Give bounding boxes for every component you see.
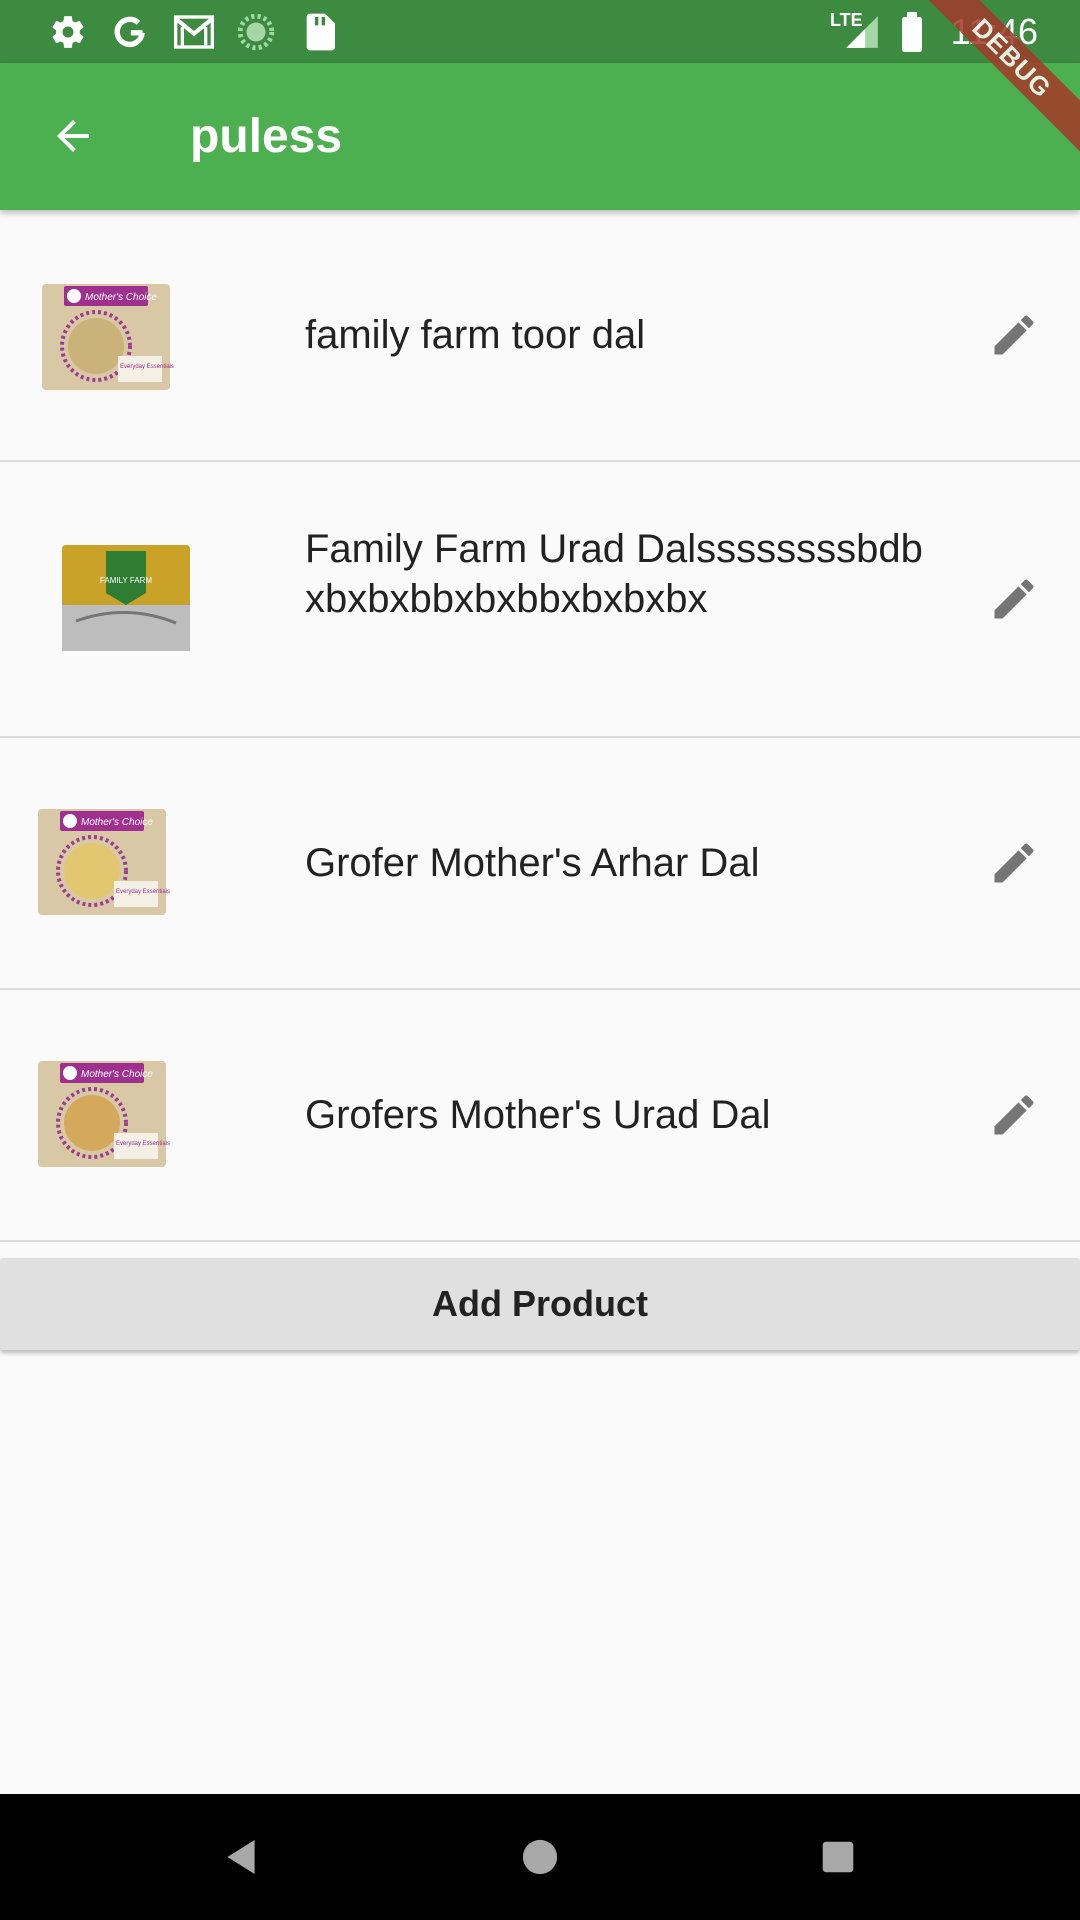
product-name: Family Farm Urad Dalssssssssbdbxbxbxbbxb… — [305, 527, 923, 621]
edit-button[interactable] — [978, 563, 1050, 635]
product-name: family farm toor dal — [305, 313, 646, 357]
back-button[interactable] — [30, 100, 116, 172]
product-name: Grofer Mother's Arhar Dal — [305, 841, 760, 885]
circle-home-icon — [522, 1839, 558, 1875]
battery-icon — [892, 12, 932, 52]
product-image: Mother's Choice Everyday Essentials — [36, 282, 176, 394]
nav-recents-button[interactable] — [805, 1824, 871, 1890]
edit-button[interactable] — [978, 1079, 1050, 1151]
pack-brand-text: Mother's Choice — [81, 1069, 153, 1080]
add-product-button[interactable]: Add Product — [0, 1258, 1080, 1350]
settings-icon — [48, 12, 88, 52]
edit-button[interactable] — [978, 827, 1050, 899]
gmail-icon — [174, 12, 214, 52]
list-item[interactable]: Mother's Choice Everyday Essentials Grof… — [0, 990, 1080, 1242]
product-image: Mother's Choice Everyday Essentials — [32, 1059, 172, 1171]
pack-brand-text: FAMILY FARM — [100, 576, 152, 585]
product-list: Mother's Choice Everyday Essentials fami… — [0, 210, 1080, 1242]
navigation-bar — [0, 1794, 1080, 1920]
product-name: Grofers Mother's Urad Dal — [305, 1093, 771, 1137]
screen: LTE 11:46 DEBUG puless Mother's Choice — [0, 0, 1080, 1920]
list-item[interactable]: FAMILY FARM Family Farm Urad Dalssssssss… — [0, 462, 1080, 738]
edit-icon — [994, 1095, 1034, 1135]
edit-icon — [994, 315, 1034, 355]
edit-button[interactable] — [978, 299, 1050, 371]
sd-card-icon — [300, 12, 340, 52]
square-recents-icon — [822, 1841, 854, 1873]
pack-brand-text: Mother's Choice — [81, 817, 153, 828]
google-icon — [110, 12, 150, 52]
status-bar: LTE 11:46 — [0, 0, 1080, 63]
pack-label-text: Everyday Essentials — [116, 1141, 170, 1147]
pack-brand-text: Mother's Choice — [85, 292, 157, 303]
nav-home-button[interactable] — [507, 1824, 573, 1890]
list-item[interactable]: Mother's Choice Everyday Essentials Grof… — [0, 738, 1080, 990]
product-image: FAMILY FARM — [56, 543, 196, 655]
page-title: puless — [190, 110, 343, 163]
loading-icon — [236, 12, 276, 52]
pack-label-text: Everyday Essentials — [116, 889, 170, 895]
arrow-back-icon — [57, 120, 89, 152]
nav-back-button[interactable] — [208, 1824, 274, 1890]
pack-label-text: Everyday Essentials — [120, 364, 174, 370]
signal-icon — [842, 12, 882, 52]
list-item[interactable]: Mother's Choice Everyday Essentials fami… — [0, 210, 1080, 462]
triangle-back-icon — [227, 1840, 255, 1874]
edit-icon — [994, 843, 1034, 883]
app-bar: puless — [0, 63, 1080, 210]
edit-icon — [994, 579, 1034, 619]
product-image: Mother's Choice Everyday Essentials — [32, 807, 172, 919]
